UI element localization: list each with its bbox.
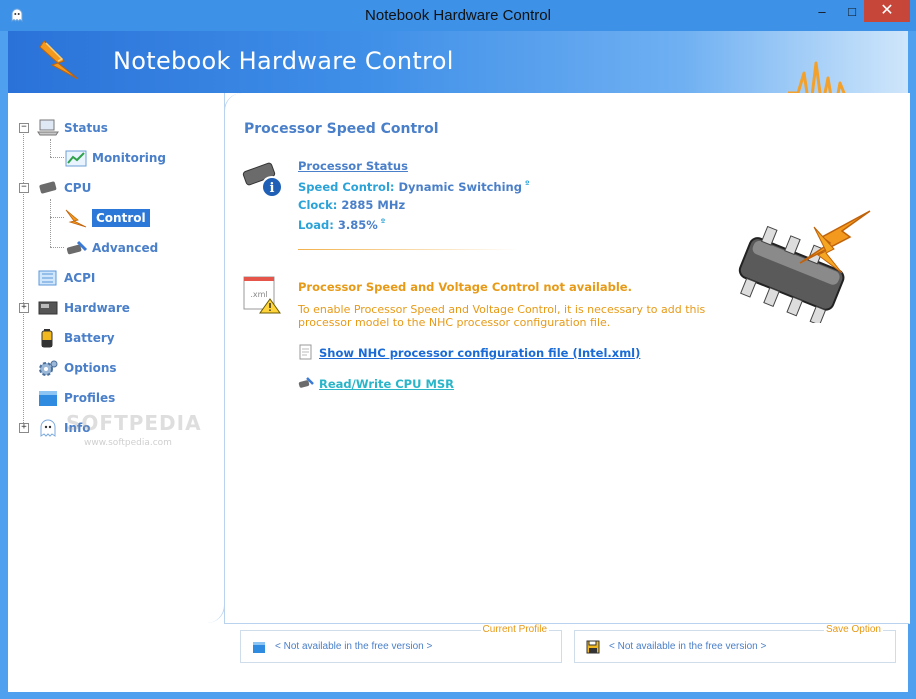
sidebar-item-label: Status (64, 121, 108, 135)
window-title: Notebook Hardware Control (365, 7, 551, 24)
chip-icon (39, 181, 57, 194)
profiles-icon (39, 391, 57, 406)
acpi-icon (38, 270, 57, 286)
cpu-collapse-toggle[interactable]: − (19, 183, 29, 193)
document-icon (299, 344, 312, 360)
app-title: Notebook Hardware Control (113, 47, 454, 75)
info-expand-toggle[interactable]: + (19, 423, 29, 433)
sidebar-item-label: CPU (64, 181, 92, 195)
maximize-button[interactable]: □ (838, 0, 866, 24)
sidebar-item-label: Advanced (92, 241, 159, 255)
load-label: Load: (298, 217, 334, 232)
chart-icon (65, 150, 87, 167)
hardware-expand-toggle[interactable]: + (19, 303, 29, 313)
gear-icon (39, 360, 58, 376)
current-profile-box[interactable]: Current Profile < Not available in the f… (240, 624, 562, 663)
cpu-info-icon: i (242, 162, 283, 198)
speed-control-label: Speed Control: (298, 179, 395, 194)
sidebar-item-status[interactable]: Status (36, 117, 108, 139)
load-row: Load: 3.85% º (298, 217, 385, 232)
clock-value: 2885 MHz (341, 198, 406, 212)
sidebar-item-label: Monitoring (92, 151, 166, 165)
speed-control-info-marker[interactable]: º (525, 179, 530, 188)
main-panel: Processor Speed Control i Processor Stat… (224, 93, 910, 624)
sidebar-item-options[interactable]: Options (36, 357, 117, 379)
divider (298, 249, 518, 250)
sidebar-item-label: Profiles (64, 391, 116, 405)
msr-wrench-icon (298, 377, 314, 388)
processor-status-link[interactable]: Processor Status (298, 159, 408, 173)
client-area: Notebook Hardware Control − Status Monit… (8, 31, 910, 692)
save-option-value: < Not available in the free version > (609, 641, 767, 652)
cpu-chip-lightning-illustration (738, 210, 871, 323)
speed-control-row: Speed Control: Dynamic Switching º (298, 179, 529, 194)
lightning-icon (65, 209, 87, 228)
sidebar-item-advanced[interactable]: Advanced (64, 237, 158, 259)
navigation-tree: − Status Monitoring − CPU Control Advanc… (8, 93, 225, 623)
warning-title: Processor Speed and Voltage Control not … (298, 280, 632, 294)
sidebar-item-acpi[interactable]: ACPI (36, 267, 95, 289)
sidebar-item-profiles[interactable]: Profiles (36, 387, 115, 409)
lightning-logo-icon (39, 40, 79, 80)
load-info-marker[interactable]: º (381, 217, 386, 226)
warning-text: To enable Processor Speed and Voltage Co… (298, 303, 706, 329)
page-title: Processor Speed Control (244, 121, 439, 137)
info-ghost-icon (40, 419, 56, 437)
close-button[interactable]: ✕ (864, 0, 910, 22)
sidebar-item-label: Hardware (64, 301, 130, 315)
app-header: Notebook Hardware Control (8, 31, 908, 117)
save-option-box[interactable]: Save Option < Not available in the free … (574, 624, 896, 663)
sidebar-item-control[interactable]: Control (64, 207, 150, 229)
current-profile-legend: Current Profile (480, 624, 549, 635)
clock-label: Clock: (298, 198, 338, 212)
hardware-icon (38, 301, 58, 315)
save-disk-icon (586, 640, 600, 654)
read-write-msr-link[interactable]: Read/Write CPU MSR (319, 377, 454, 391)
sidebar-item-cpu[interactable]: CPU (36, 177, 91, 199)
sidebar-item-label: ACPI (64, 271, 96, 285)
load-value: 3.85% (337, 217, 378, 232)
sidebar-item-label: Battery (64, 331, 115, 345)
xml-warning-icon: .xml (243, 276, 281, 314)
svg-text:i: i (270, 181, 275, 196)
sidebar-item-label: Control (92, 209, 150, 227)
sidebar-item-label: Options (64, 361, 117, 375)
wrench-icon (66, 240, 88, 255)
battery-icon (41, 329, 53, 348)
xml-icon-label: .xml (250, 290, 267, 299)
save-option-legend: Save Option (823, 624, 883, 635)
clock-row: Clock: 2885 MHz (298, 198, 405, 212)
sidebar-item-monitoring[interactable]: Monitoring (64, 147, 166, 169)
current-profile-value: < Not available in the free version > (275, 641, 433, 652)
show-config-file-link[interactable]: Show NHC processor configuration file (I… (319, 346, 640, 360)
minimize-button[interactable]: – (808, 0, 836, 24)
watermark-url: www.softpedia.com (84, 438, 172, 448)
profile-icon (253, 642, 265, 653)
sidebar-item-hardware[interactable]: Hardware (36, 297, 130, 319)
laptop-icon (37, 119, 59, 136)
title-bar[interactable]: Notebook Hardware Control – □ ✕ (0, 0, 916, 31)
sidebar-item-battery[interactable]: Battery (36, 327, 115, 349)
speed-control-value: Dynamic Switching (398, 179, 522, 194)
app-window: Notebook Hardware Control – □ ✕ Notebook… (0, 0, 916, 699)
status-collapse-toggle[interactable]: − (19, 123, 29, 133)
watermark-text: SOFTPEDIA (66, 411, 202, 435)
